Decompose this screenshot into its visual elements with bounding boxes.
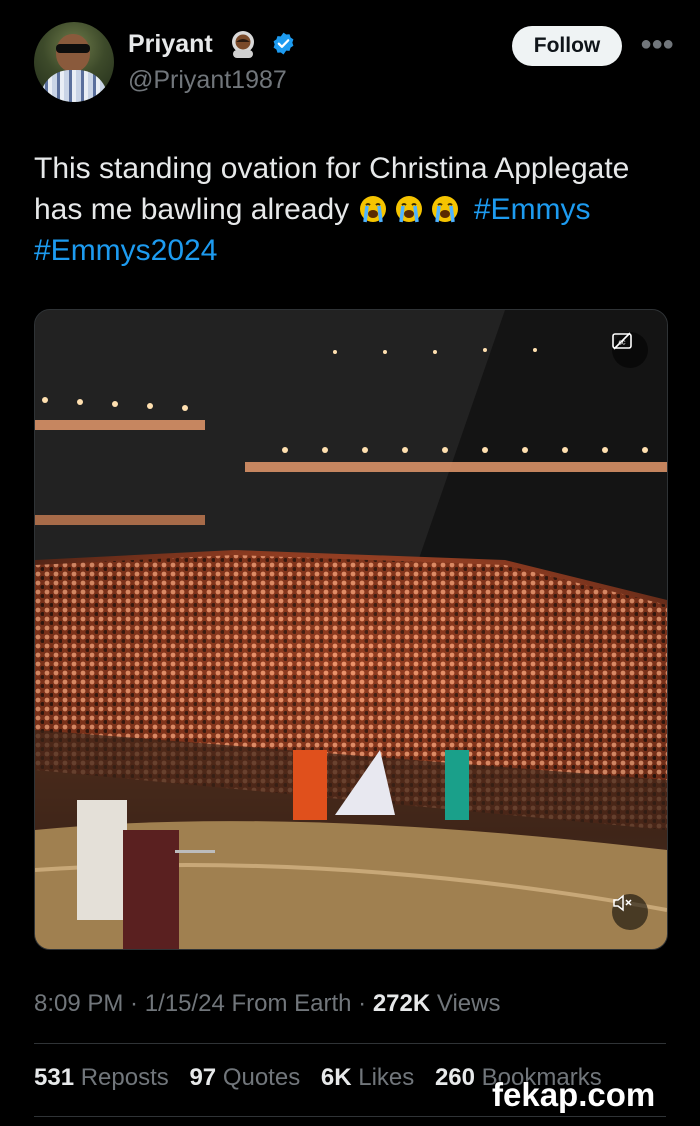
likes-stat[interactable]: 6K Likes xyxy=(321,1064,414,1091)
reposts-stat[interactable]: 531 Reposts xyxy=(34,1064,169,1091)
astronaut-emoji-icon xyxy=(232,31,254,58)
tweet-text-line1: This standing ovation for Christina Appl… xyxy=(34,152,630,185)
quotes-label: Quotes xyxy=(222,1064,301,1091)
views-label: Views xyxy=(436,990,501,1017)
closed-captions-off-icon[interactable]: cc xyxy=(612,332,648,368)
video-frame xyxy=(35,310,667,949)
follow-button[interactable]: Follow xyxy=(512,26,622,66)
quotes-stat[interactable]: 97 Quotes xyxy=(189,1064,300,1091)
tweet-text-line2: has me bawling already xyxy=(34,193,350,226)
avatar-shirt xyxy=(40,70,108,102)
likes-count: 6K xyxy=(320,1064,352,1091)
verified-badge-icon xyxy=(273,32,294,55)
watermark: fekap.com xyxy=(492,1076,656,1113)
tweet-header: Priyant @Priyant1987 Follow ●●● xyxy=(0,0,700,120)
muted-speaker-icon[interactable] xyxy=(612,894,648,930)
author-name[interactable]: Priyant xyxy=(128,30,213,59)
tweet-time[interactable]: 8:09 PM xyxy=(34,990,123,1017)
more-dots-icon[interactable]: ●●● xyxy=(640,33,674,56)
tweet-source: From Earth xyxy=(231,990,352,1017)
avatar-face xyxy=(56,34,90,72)
author-avatar[interactable] xyxy=(34,22,114,102)
views-count: 272K xyxy=(372,990,431,1017)
reposts-label: Reposts xyxy=(80,1064,169,1091)
bookmarks-count: 260 xyxy=(434,1064,475,1091)
reposts-count: 531 xyxy=(34,1064,75,1091)
loudly-crying-face-icon xyxy=(431,196,458,223)
tweet-date[interactable]: 1/15/24 xyxy=(145,990,225,1017)
divider xyxy=(34,1043,666,1044)
divider xyxy=(34,1116,666,1117)
video-player[interactable]: cc xyxy=(34,309,668,950)
loudly-crying-face-icon xyxy=(395,196,422,223)
tweet-meta: 8:09 PM · 1/15/24 From Earth · 272K View… xyxy=(34,990,501,1017)
quotes-count: 97 xyxy=(189,1064,217,1091)
hashtag-emmys2024[interactable]: #Emmys2024 xyxy=(34,234,217,267)
likes-label: Likes xyxy=(358,1064,415,1091)
loudly-crying-face-icon xyxy=(359,196,386,223)
tweet-text: This standing ovation for Christina Appl… xyxy=(34,148,674,271)
avatar-sunglasses xyxy=(56,44,90,53)
author-handle[interactable]: @Priyant1987 xyxy=(128,66,287,95)
hashtag-emmys[interactable]: #Emmys xyxy=(474,193,591,226)
